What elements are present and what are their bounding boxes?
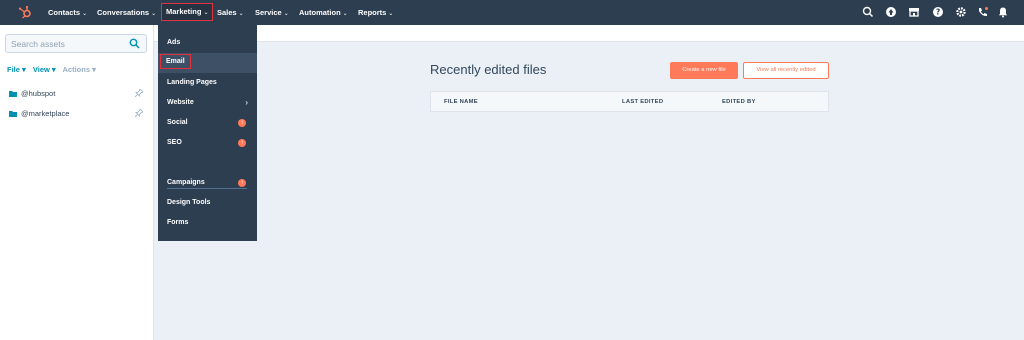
menu-item-ads[interactable]: Ads	[158, 33, 257, 53]
notifications-icon[interactable]	[997, 6, 1009, 18]
nav-marketing-label: Marketing	[166, 7, 202, 16]
nav-reports[interactable]: Reports ⌄	[358, 0, 393, 25]
hubspot-logo-icon[interactable]	[18, 5, 32, 19]
left-sidebar: Search assets File ▾ View ▾ Actions ▾ @h…	[0, 25, 154, 340]
files-table-header: FILE NAME LAST EDITED EDITED BY	[430, 91, 829, 112]
file-menu[interactable]: File ▾	[7, 65, 26, 74]
nav-sales-label: Sales	[217, 8, 237, 17]
nav-sales[interactable]: Sales ⌄	[217, 0, 244, 25]
folder-label: @marketplace	[21, 109, 70, 118]
top-navigation-bar: Contacts ⌄ Conversations ⌄ Marketing ⌄ Sale…	[0, 0, 1024, 25]
nav-conversations-label: Conversations	[97, 8, 150, 17]
column-file-name[interactable]: FILE NAME	[444, 99, 478, 105]
nav-contacts[interactable]: Contacts ⌄	[48, 0, 87, 25]
folder-icon	[9, 91, 17, 97]
chevron-down-icon: ⌄	[283, 11, 289, 17]
menu-item-label: Campaigns	[167, 179, 205, 186]
page-title: Recently edited files	[430, 62, 547, 77]
search-placeholder: Search assets	[11, 39, 65, 49]
nav-automation-label: Automation	[299, 8, 341, 17]
menu-item-label: Forms	[167, 219, 189, 226]
menu-item-campaigns[interactable]: Campaigns ↑	[158, 173, 257, 193]
file-menu-bar: File ▾ View ▾ Actions ▾	[7, 65, 101, 74]
pin-icon[interactable]	[135, 89, 143, 97]
chevron-down-icon: ⌄	[238, 11, 244, 17]
menu-item-label: SEO	[167, 139, 182, 146]
folder-item[interactable]: @hubspot	[9, 89, 147, 101]
chevron-down-icon: ⌄	[342, 11, 348, 17]
nav-contacts-label: Contacts	[48, 8, 81, 17]
nav-service[interactable]: Service ⌄	[255, 0, 289, 25]
calling-icon[interactable]	[977, 6, 989, 18]
header-band	[154, 25, 1024, 42]
chevron-down-icon: ⌄	[388, 11, 394, 17]
menu-item-forms[interactable]: Forms	[158, 213, 257, 233]
upgrade-icon[interactable]	[885, 6, 897, 18]
menu-item-seo[interactable]: SEO ↑	[158, 133, 257, 153]
menu-item-label: Website	[167, 99, 194, 106]
nav-service-label: Service	[255, 8, 282, 17]
actions-menu[interactable]: Actions ▾	[63, 65, 96, 74]
menu-item-label: Email	[160, 54, 191, 69]
help-icon[interactable]: ?	[932, 6, 944, 18]
marketing-dropdown-menu: Ads Email Landing Pages Website › Social ↑…	[158, 25, 257, 241]
menu-item-label: Social	[167, 119, 188, 126]
search-icon[interactable]	[129, 38, 140, 49]
menu-item-website[interactable]: Website ›	[158, 93, 257, 113]
menu-item-landing-pages[interactable]: Landing Pages	[158, 73, 257, 93]
chevron-right-icon: ›	[245, 98, 248, 107]
search-icon[interactable]	[862, 6, 874, 18]
upgrade-badge-icon: ↑	[238, 119, 246, 127]
nav-conversations[interactable]: Conversations ⌄	[97, 0, 156, 25]
chevron-down-icon: ⌄	[151, 11, 157, 17]
upgrade-badge-icon: ↑	[238, 179, 246, 187]
menu-item-email[interactable]: Email	[158, 53, 257, 73]
pin-icon[interactable]	[135, 109, 143, 117]
menu-item-label: Ads	[167, 39, 181, 46]
create-new-file-button[interactable]: Create a new file	[670, 62, 738, 79]
svg-text:?: ?	[936, 8, 940, 17]
menu-item-design-tools[interactable]: Design Tools	[158, 193, 257, 213]
search-assets-input[interactable]: Search assets	[5, 34, 147, 53]
menu-item-label: Landing Pages	[167, 79, 217, 86]
column-edited-by[interactable]: EDITED BY	[722, 99, 756, 105]
folder-item[interactable]: @marketplace	[9, 109, 147, 121]
chevron-down-icon: ⌄	[203, 10, 209, 16]
view-all-recently-edited-button[interactable]: View all recently edited	[743, 62, 829, 79]
nav-automation[interactable]: Automation ⌄	[299, 0, 348, 25]
nav-reports-label: Reports	[358, 8, 387, 17]
folder-label: @hubspot	[21, 89, 56, 98]
folder-icon	[9, 111, 17, 117]
marketplace-icon[interactable]	[908, 6, 920, 18]
menu-item-label: Design Tools	[167, 199, 211, 206]
column-last-edited[interactable]: LAST EDITED	[622, 99, 663, 105]
nav-marketing[interactable]: Marketing ⌄	[161, 3, 214, 21]
upgrade-badge-icon: ↑	[238, 139, 246, 147]
view-menu[interactable]: View ▾	[33, 65, 56, 74]
chevron-down-icon: ⌄	[82, 11, 88, 17]
menu-item-social[interactable]: Social ↑	[158, 113, 257, 133]
settings-icon[interactable]	[955, 6, 967, 18]
